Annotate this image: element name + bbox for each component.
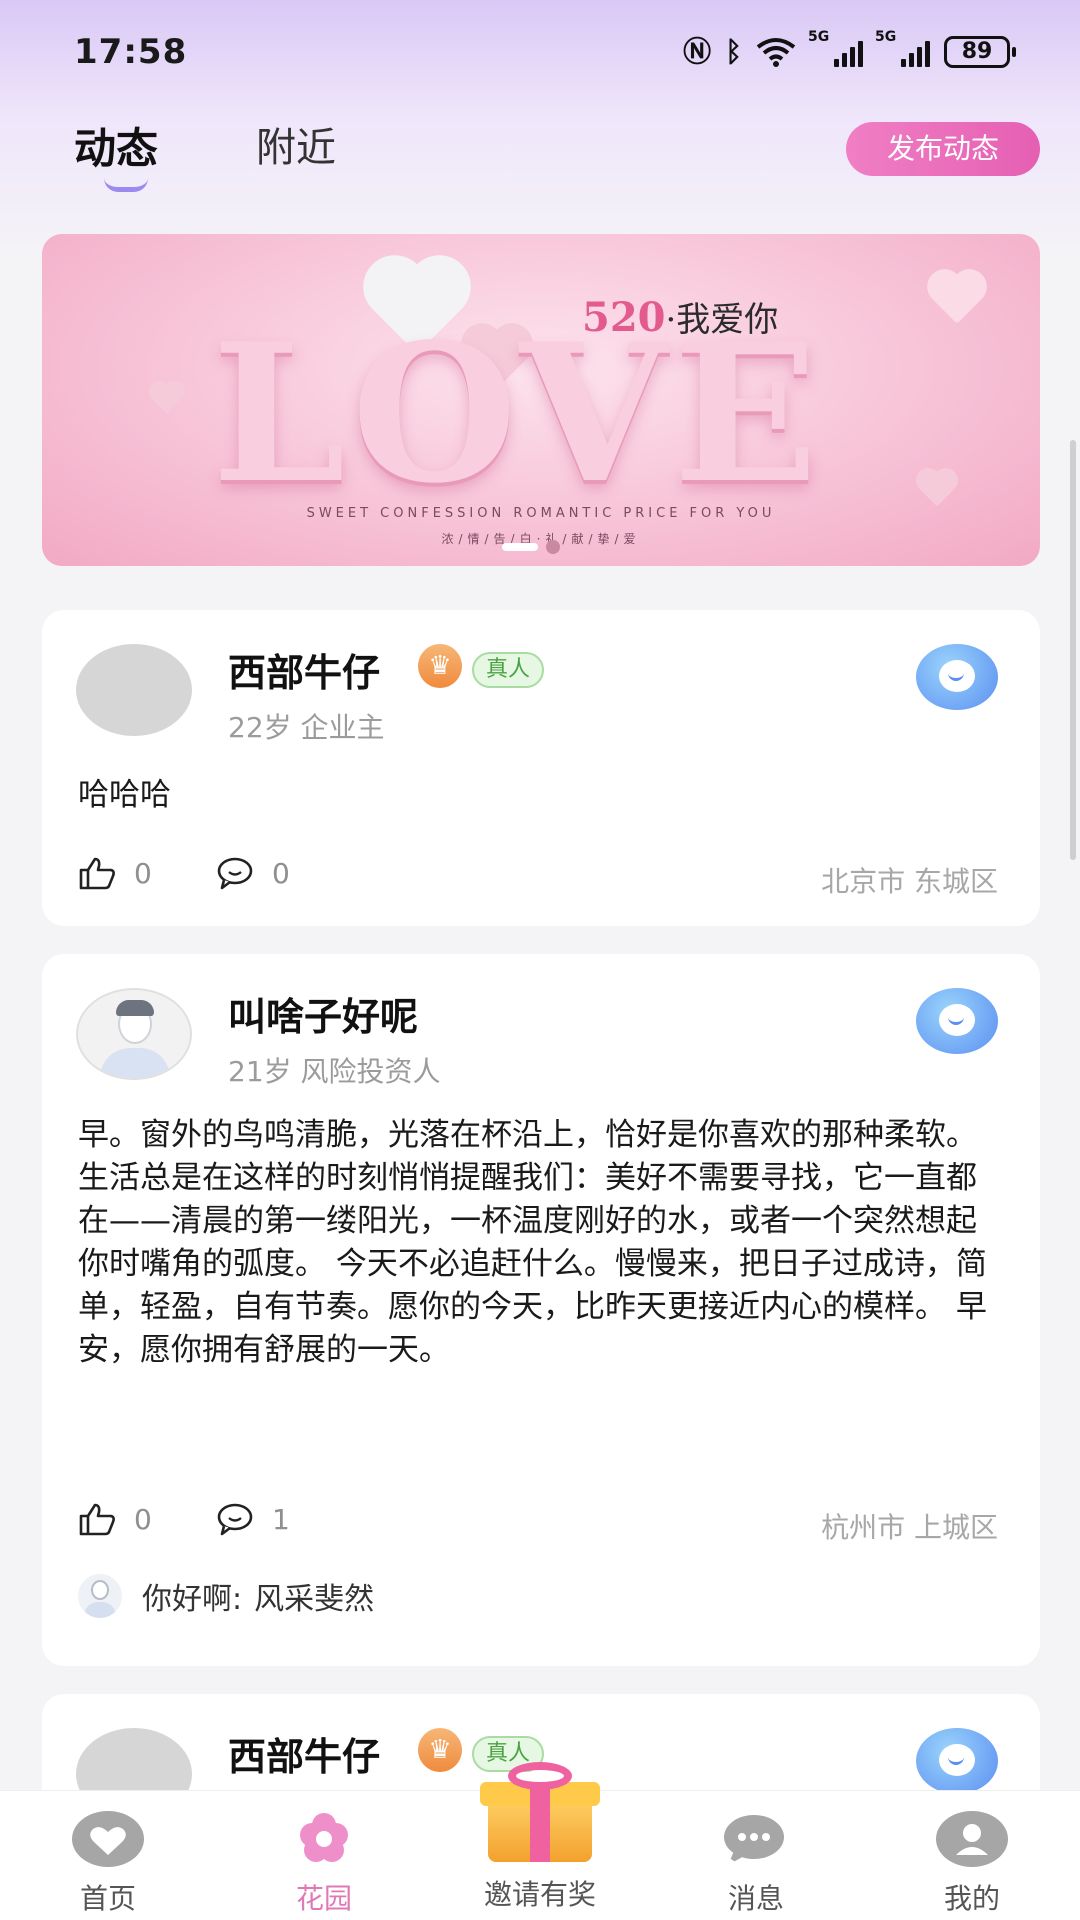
- crown-icon: ♛: [418, 1728, 462, 1772]
- nfc-icon: Ⓝ: [683, 35, 712, 68]
- flower-icon: [300, 1813, 348, 1862]
- comment-text: 风采斐然: [254, 1582, 375, 1617]
- wifi-icon: [756, 38, 796, 67]
- publish-post-button[interactable]: 发布动态: [846, 122, 1040, 176]
- post-author-name[interactable]: 西部牛仔: [228, 642, 380, 697]
- avatar-head: [91, 1580, 109, 1600]
- comment-icon: [217, 857, 253, 890]
- banner-title-text: ·我爱你: [665, 300, 779, 340]
- banner-title-number: 520: [582, 294, 666, 341]
- nav-label-garden: 花园: [295, 1882, 352, 1915]
- nav-label-mine: 我的: [943, 1882, 1000, 1915]
- like-button[interactable]: 0: [78, 1502, 152, 1536]
- signal-2-icon: 5G: [875, 29, 930, 67]
- like-count: 0: [134, 1502, 152, 1536]
- signal-1-icon: 5G: [808, 29, 863, 67]
- post-card[interactable]: 叫啥子好呢 21岁 风险投资人 早。窗外的鸟鸣清脆，光落在杯沿上，恰好是你喜欢的…: [42, 954, 1040, 1666]
- post-author-name[interactable]: 西部牛仔: [228, 1726, 380, 1781]
- comment-icon: [217, 1503, 253, 1536]
- signal-2-label: 5G: [875, 29, 897, 45]
- gift-bow: [508, 1762, 572, 1790]
- chat-button[interactable]: [916, 1728, 998, 1794]
- post-author-meta: 22岁 企业主: [228, 711, 385, 744]
- comment-preview[interactable]: 你好啊: 风采斐然: [78, 1574, 374, 1618]
- chat-bubble-icon: [939, 1744, 975, 1776]
- comment-count: 0: [272, 856, 290, 890]
- like-button[interactable]: 0: [78, 856, 152, 890]
- like-count: 0: [134, 856, 152, 890]
- nav-item-mine[interactable]: 我的: [864, 1791, 1080, 1920]
- chat-button[interactable]: [916, 644, 998, 710]
- like-icon: [79, 1503, 115, 1536]
- bluetooth-icon: ᛒ: [725, 35, 742, 68]
- gift-ribbon: [530, 1782, 550, 1862]
- tab-nearby[interactable]: 附近: [256, 115, 336, 173]
- nav-label-invite: 邀请有奖: [483, 1878, 596, 1911]
- post-content: 早。窗外的鸟鸣清脆，光落在杯沿上，恰好是你喜欢的那种柔软。 生活总是在这样的时刻…: [78, 1117, 987, 1368]
- comment-count: 1: [272, 1502, 290, 1536]
- post-content: 哈哈哈: [78, 777, 171, 813]
- pagination-dot: [546, 540, 560, 554]
- heart-decoration-icon: [932, 274, 982, 324]
- avatar-body: [100, 1048, 170, 1078]
- avatar[interactable]: [76, 644, 192, 736]
- banner-title: 520·我爱你: [582, 292, 778, 341]
- post-location: 北京市 东城区: [821, 865, 998, 898]
- comment-avatar: [78, 1574, 122, 1618]
- heart-decoration-icon: [919, 471, 955, 507]
- user-icon: [936, 1811, 1008, 1867]
- avatar-hair: [116, 1000, 154, 1016]
- comment-author: 你好啊:: [142, 1582, 243, 1617]
- status-time: 17:58: [74, 32, 188, 72]
- battery-indicator: 89: [944, 36, 1016, 68]
- avatar-body: [84, 1602, 116, 1618]
- nav-item-messages[interactable]: 消息: [648, 1791, 864, 1920]
- verified-badge: 真人: [472, 652, 545, 688]
- tab-feed[interactable]: 动态: [74, 115, 158, 176]
- avatar[interactable]: [76, 988, 192, 1080]
- status-bar: 17:58 Ⓝ ᛒ 5G 5G 89: [0, 0, 1080, 104]
- message-icon: [724, 1815, 784, 1865]
- crown-icon: ♛: [418, 644, 462, 688]
- chat-button[interactable]: [916, 988, 998, 1054]
- banner-pagination: [502, 540, 560, 554]
- nav-label-home: 首页: [79, 1882, 136, 1915]
- nav-label-messages: 消息: [727, 1882, 784, 1915]
- promo-banner[interactable]: LOVE 520·我爱你 SWEET CONFESSION ROMANTIC P…: [42, 234, 1040, 566]
- post-location: 杭州市 上城区: [821, 1511, 998, 1544]
- gift-icon[interactable]: [478, 1762, 602, 1862]
- comment-button[interactable]: 1: [216, 1502, 290, 1536]
- post-author-name[interactable]: 叫啥子好呢: [228, 986, 418, 1041]
- chat-bubble-icon: [939, 1004, 975, 1036]
- nav-item-garden[interactable]: 花园: [216, 1791, 432, 1920]
- chat-bubble-icon: [939, 660, 975, 692]
- signal-1-label: 5G: [808, 29, 830, 45]
- like-icon: [79, 857, 115, 890]
- pagination-dot-active: [502, 543, 538, 551]
- post-card[interactable]: 西部牛仔 ♛ 真人 22岁 企业主 哈哈哈 0 0 北京市 东城区: [42, 610, 1040, 926]
- comment-button[interactable]: 0: [216, 856, 290, 890]
- nav-item-home[interactable]: 首页: [0, 1791, 216, 1920]
- scrollbar[interactable]: [1070, 440, 1076, 860]
- heart-icon: [72, 1811, 144, 1867]
- post-author-meta: 21岁 风险投资人: [228, 1055, 441, 1088]
- heart-decoration-icon: [152, 384, 182, 414]
- status-icons: Ⓝ ᛒ 5G 5G 89: [683, 29, 1016, 68]
- banner-subtitle: SWEET CONFESSION ROMANTIC PRICE FOR YOU: [306, 506, 776, 521]
